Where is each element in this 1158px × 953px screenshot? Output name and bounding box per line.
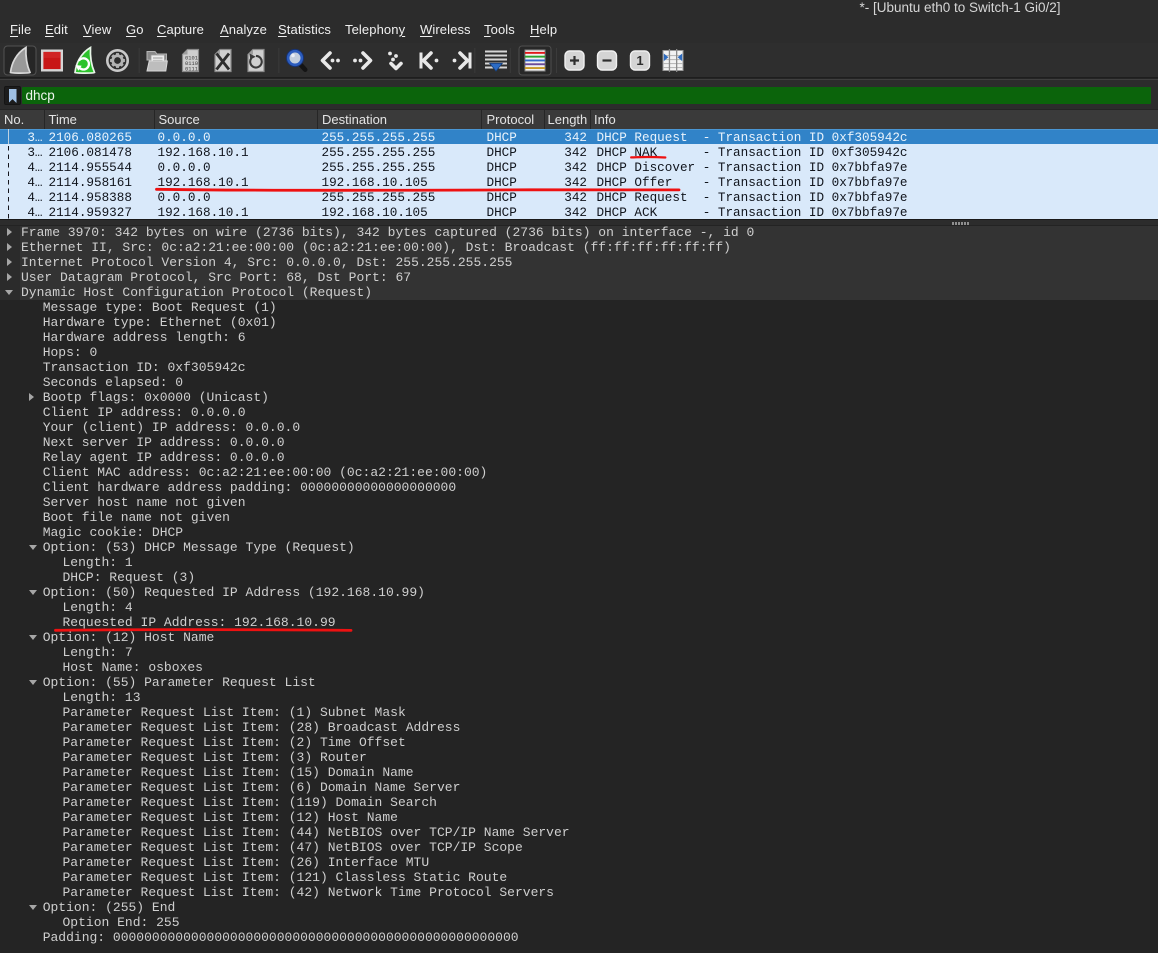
svg-text:0111: 0111: [185, 66, 198, 72]
svg-text:1: 1: [636, 53, 643, 68]
